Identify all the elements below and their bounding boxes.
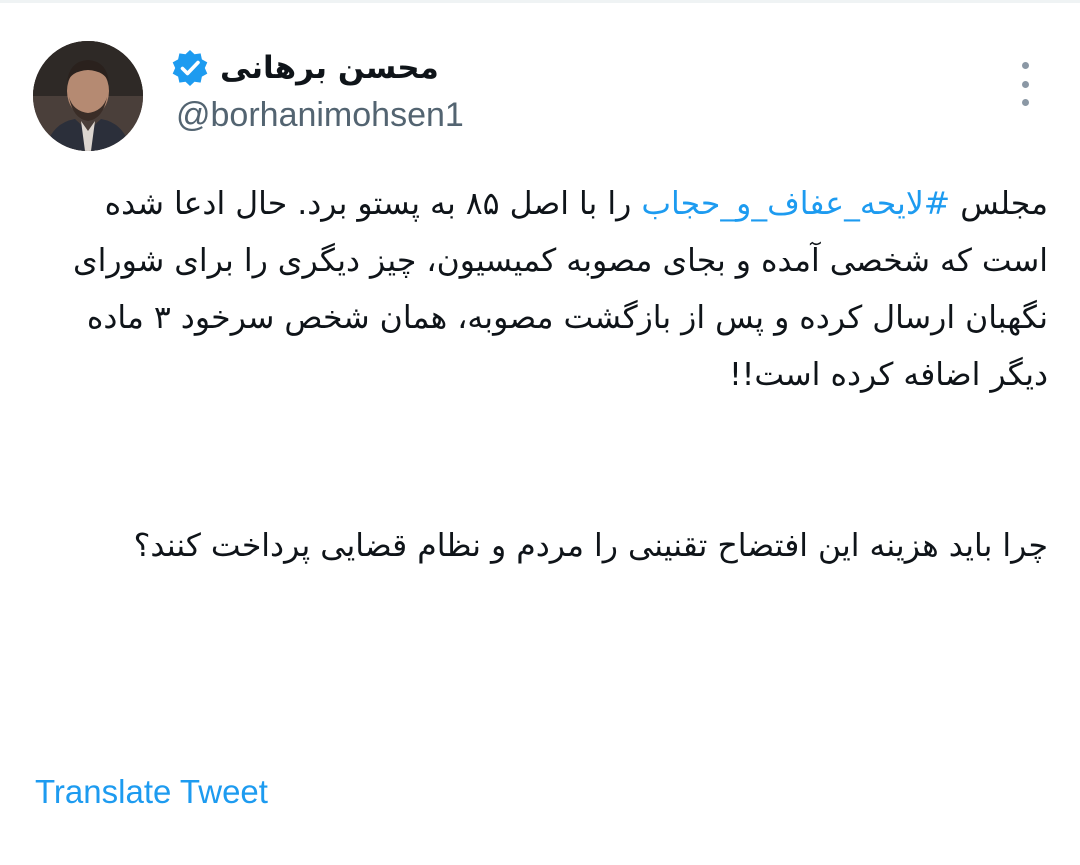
more-dot	[1021, 62, 1029, 69]
more-dot	[1021, 80, 1029, 88]
top-divider	[0, 0, 1080, 3]
profile-photo	[33, 41, 143, 151]
author-display-name: محسن برهانی	[220, 50, 439, 86]
tweet-paragraph: چرا باید هزینه این افتضاح تقنینی را مردم…	[133, 528, 1048, 564]
translate-tweet-link[interactable]: Translate Tweet	[35, 773, 268, 811]
tweet-text-lead: مجلس	[950, 186, 1048, 222]
tweet-paragraph: مجلس #لایحه_عفاف_و_حجاب را با اصل ۸۵ به …	[30, 176, 1048, 404]
author-handle[interactable]: @borhanimohsen1	[176, 96, 464, 135]
avatar[interactable]	[33, 41, 143, 151]
author-name-row[interactable]: محسن برهانی	[170, 46, 439, 90]
more-dot	[1021, 99, 1029, 106]
verified-badge-icon	[172, 50, 208, 86]
more-vertical-icon[interactable]	[1010, 62, 1040, 106]
tweet-text: مجلس #لایحه_عفاف_و_حجاب را با اصل ۸۵ به …	[30, 176, 1048, 575]
hashtag-link[interactable]: #لایحه_عفاف_و_حجاب	[641, 186, 950, 222]
